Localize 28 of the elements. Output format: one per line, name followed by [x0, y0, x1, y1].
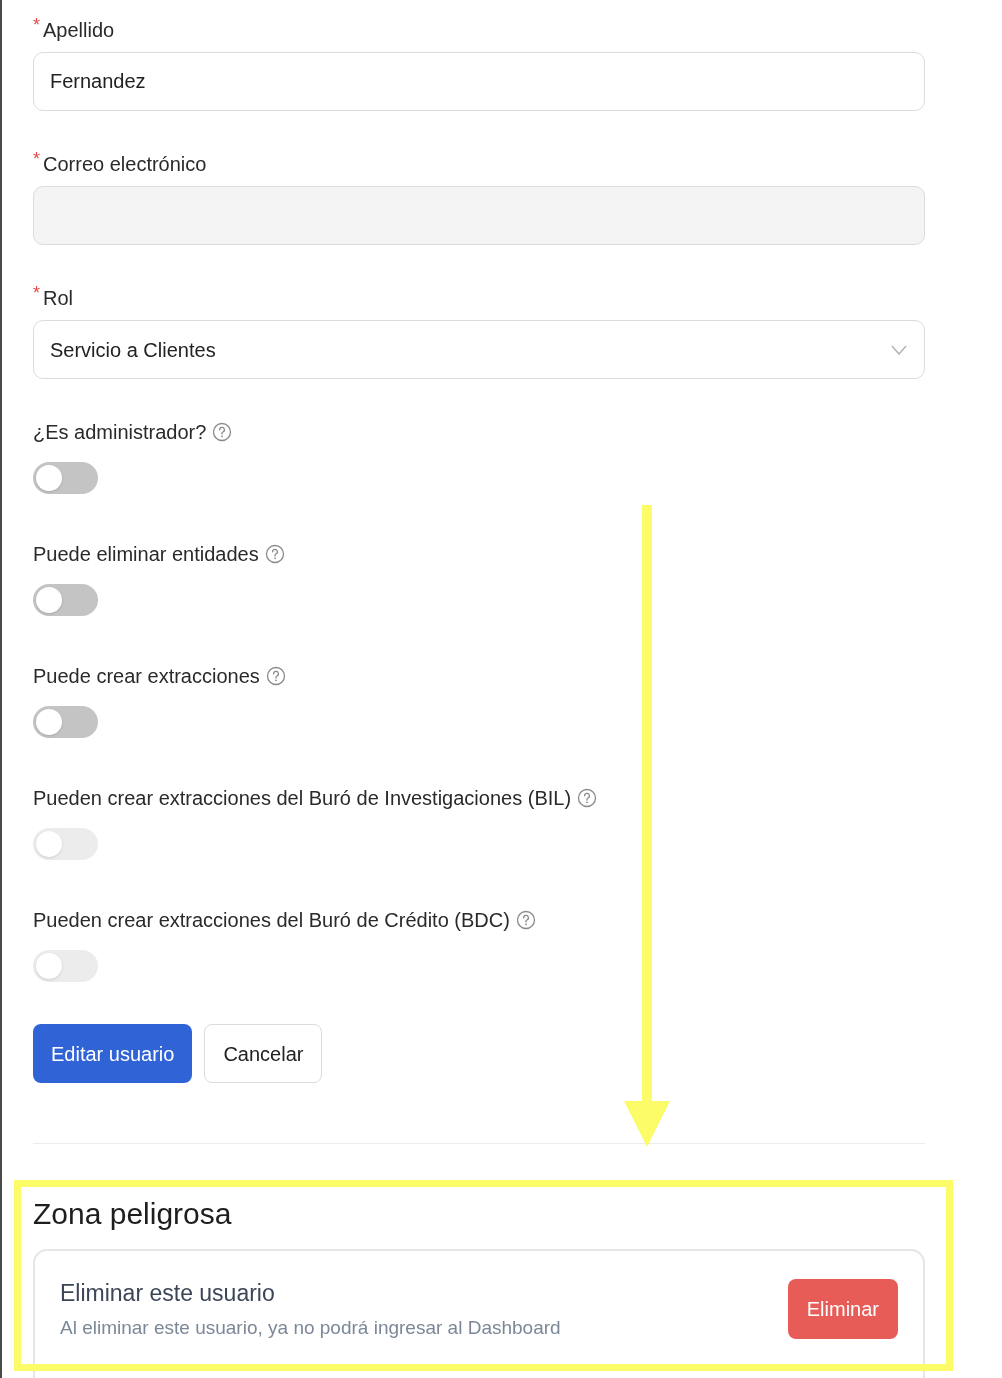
- text-input[interactable]: [33, 186, 925, 245]
- toggle-label: ¿Es administrador?: [33, 420, 207, 445]
- help-icon: [265, 666, 286, 686]
- required-asterisk: *: [33, 150, 40, 168]
- help-icon: [264, 544, 285, 564]
- role-select[interactable]: Servicio a Clientes: [33, 320, 925, 379]
- field-label: Correo electrónico: [43, 152, 207, 177]
- card-title: Eliminar este usuario: [60, 1279, 276, 1307]
- required-asterisk: *: [33, 284, 40, 302]
- help-icon: [515, 910, 536, 930]
- required-asterisk: *: [33, 16, 40, 34]
- card-description: Al eliminar este usuario, ya no podrá ingresar al Dashboard: [60, 1316, 561, 1340]
- text-input[interactable]: Fernandez: [33, 52, 925, 111]
- help-icon: [577, 788, 598, 808]
- submit-button[interactable]: Editar usuario: [33, 1024, 193, 1083]
- toggle-label: Pueden crear extracciones del Buró de Crédito (BDC): [33, 908, 510, 933]
- toggle-switch[interactable]: [33, 462, 98, 494]
- toggle-label: Puede crear extracciones: [33, 664, 260, 689]
- section-heading: Zona peligrosa: [33, 1196, 233, 1232]
- cancel-button[interactable]: Cancelar: [204, 1024, 323, 1083]
- toggle-label: Puede eliminar entidades: [33, 542, 259, 567]
- toggle-label: Pueden crear extracciones del Buró de Investigaciones (BIL): [33, 786, 572, 811]
- chevron-down-icon: [890, 343, 908, 356]
- help-icon: [212, 422, 233, 442]
- field-label: Apellido: [43, 18, 115, 43]
- toggle-switch[interactable]: [33, 706, 98, 738]
- toggle-switch[interactable]: [33, 584, 98, 616]
- field-label: Rol: [43, 286, 74, 311]
